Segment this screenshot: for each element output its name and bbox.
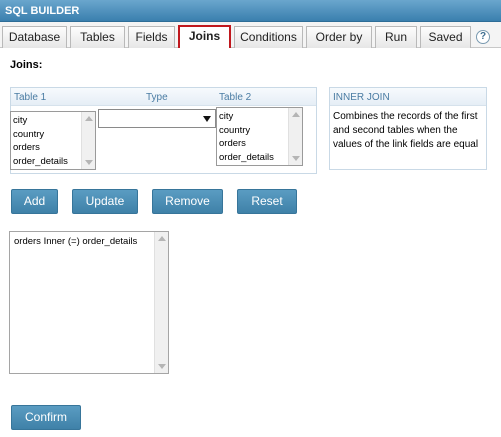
confirm-button[interactable]: Confirm [11, 405, 81, 430]
update-button[interactable]: Update [72, 189, 138, 214]
list-item[interactable]: order_details [13, 155, 68, 169]
scroll-down-icon[interactable] [292, 156, 300, 161]
join-info-description: Combines the records of the first and se… [333, 111, 479, 150]
help-icon[interactable]: ? [476, 30, 490, 44]
remove-button[interactable]: Remove [152, 189, 223, 214]
list-item[interactable]: country [13, 128, 68, 142]
tab-joins[interactable]: Joins [178, 25, 231, 48]
table2-listbox[interactable]: city country orders order_details [216, 107, 303, 166]
chevron-down-icon[interactable] [203, 116, 211, 122]
join-editor-header: Table 1 Type Table 2 [11, 88, 316, 106]
table2-scrollbar[interactable] [288, 108, 302, 165]
tab-bar: Database Tables Fields Joins Conditions … [0, 22, 501, 48]
joins-listbox[interactable]: orders Inner (=) order_details [9, 231, 169, 374]
section-label: Joins: [10, 59, 43, 71]
list-item[interactable]: country [219, 124, 274, 138]
list-item[interactable]: orders [219, 137, 274, 151]
tab-saved[interactable]: Saved [420, 26, 471, 48]
scroll-up-icon[interactable] [85, 116, 93, 121]
tab-run[interactable]: Run [375, 26, 417, 48]
list-item[interactable]: order_details [219, 151, 274, 165]
reset-button[interactable]: Reset [237, 189, 297, 214]
list-item[interactable]: orders [13, 141, 68, 155]
join-type-select[interactable] [98, 109, 216, 128]
table1-scrollbar[interactable] [81, 112, 95, 169]
title-bar: SQL BUILDER [0, 0, 501, 22]
scroll-down-icon[interactable] [158, 364, 166, 369]
tab-fields[interactable]: Fields [128, 26, 175, 48]
add-button[interactable]: Add [11, 189, 58, 214]
scroll-up-icon[interactable] [292, 112, 300, 117]
app-title: SQL BUILDER [5, 5, 80, 17]
join-info-header: INNER JOIN [330, 88, 486, 106]
table1-listbox[interactable]: city country orders order_details [10, 111, 96, 170]
tab-order-by[interactable]: Order by [306, 26, 372, 48]
type-header: Type [146, 92, 168, 103]
table2-header: Table 2 [219, 92, 252, 103]
tab-database[interactable]: Database [2, 26, 67, 48]
tab-conditions[interactable]: Conditions [234, 26, 303, 48]
scroll-down-icon[interactable] [85, 160, 93, 165]
tab-tables[interactable]: Tables [70, 26, 125, 48]
list-item[interactable]: orders Inner (=) order_details [14, 236, 137, 247]
scroll-up-icon[interactable] [158, 236, 166, 241]
join-info-box: INNER JOIN Combines the records of the f… [329, 87, 487, 170]
list-item[interactable]: city [219, 110, 274, 124]
joins-scrollbar[interactable] [154, 232, 168, 373]
list-item[interactable]: city [13, 114, 68, 128]
join-info-title: INNER JOIN [333, 92, 390, 103]
table1-header: Table 1 [14, 92, 47, 103]
